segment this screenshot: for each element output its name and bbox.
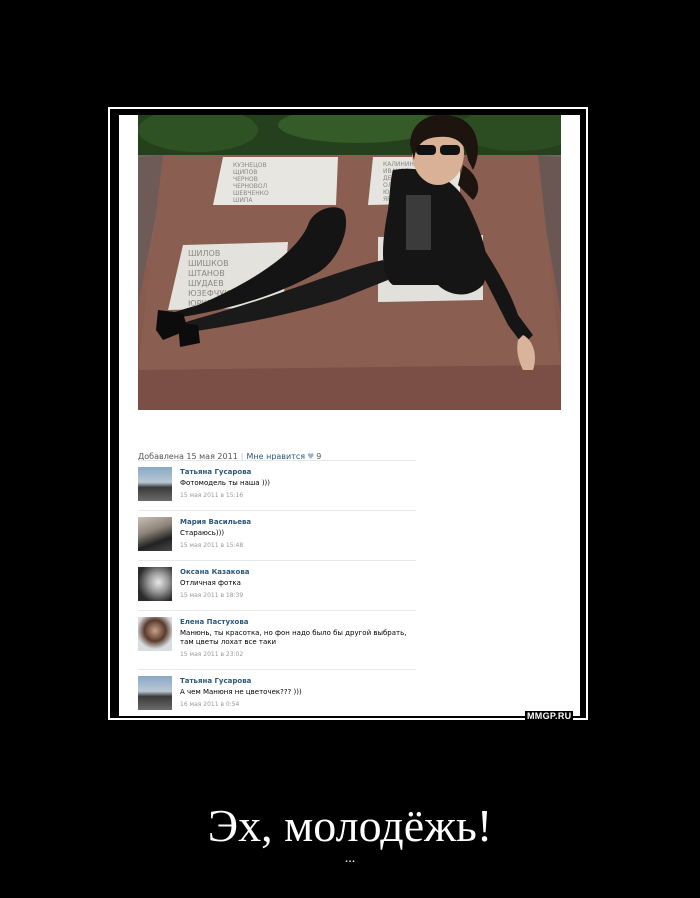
avatar[interactable] (138, 676, 172, 710)
avatar[interactable] (138, 567, 172, 601)
social-post-screenshot: КУЗНЕЦОВ ЩИПОВ ЧЕРНОВ ЧЕРНОВОЛ ШЕВЧЕНКО ШИПА … (119, 115, 580, 716)
memorial-name: КУЗНЕЦОВ (233, 162, 267, 169)
memorial-name: ШИШКОВ (188, 259, 229, 268)
comment-text: Фотомодель ты наша ))) (180, 479, 271, 487)
memorial-name: ЧЕРНОВОЛ (233, 183, 267, 190)
comment-item: Татьяна Гусарова Фотомодель ты наша ))) … (138, 460, 416, 511)
comment-author[interactable]: Татьяна Гусарова (180, 676, 415, 686)
memorial-name: КАЛИНИН (383, 161, 414, 168)
memorial-name: ШТАНОВ (188, 269, 225, 278)
demotivator-frame: КУЗНЕЦОВ ЩИПОВ ЧЕРНОВ ЧЕРНОВОЛ ШЕВЧЕНКО ШИПА … (108, 107, 588, 720)
demotivator-subcaption: ... (344, 851, 356, 866)
memorial-name: ШЕВЧЕНКО (233, 190, 269, 197)
memorial-name: ШИЛОВ (188, 249, 220, 258)
comment-date[interactable]: 15 мая 2011 в 15:16 (180, 491, 415, 500)
memorial-name: ЧЕРНОВ (233, 176, 258, 183)
post-photo[interactable]: КУЗНЕЦОВ ЩИПОВ ЧЕРНОВ ЧЕРНОВОЛ ШЕВЧЕНКО ШИПА … (138, 115, 561, 410)
comment-item: Оксана Казакова Отличная фотка 15 мая 20… (138, 560, 416, 611)
memorial-name: ШУДАЕВ (188, 279, 224, 288)
comment-text: Отличная фотка (180, 579, 241, 587)
comment-text: Манюнь, ты красотка, но фон надо было бы… (180, 629, 407, 646)
comment-date[interactable]: 15 мая 2011 в 18:39 (180, 591, 415, 600)
comment-date[interactable]: 15 мая 2011 в 23:02 (180, 650, 415, 659)
comment-item: Елена Пастухова Манюнь, ты красотка, но … (138, 610, 416, 670)
avatar[interactable] (138, 467, 172, 501)
comment-author[interactable]: Елена Пастухова (180, 617, 415, 627)
demotivator-caption: Эх, молодёжь! (207, 800, 493, 851)
comment-text: Стараюсь))) (180, 529, 225, 537)
avatar[interactable] (138, 517, 172, 551)
comment-date[interactable]: 16 мая 2011 в 0:54 (180, 700, 415, 709)
comment-date[interactable]: 15 мая 2011 в 15:48 (180, 541, 415, 550)
avatar[interactable] (138, 617, 172, 651)
memorial-name: ШИПА (233, 197, 253, 204)
site-watermark: MMGP.RU (525, 711, 574, 721)
comment-item: Мария Васильева Стараюсь))) 15 мая 2011 … (138, 510, 416, 561)
memorial-name: ЩИПОВ (233, 169, 257, 176)
comment-author[interactable]: Татьяна Гусарова (180, 467, 415, 477)
comment-item: Татьяна Гусарова А чем Манюня не цветоче… (138, 669, 416, 716)
comment-text: А чем Манюня не цветочек??? ))) (180, 688, 302, 696)
comment-author[interactable]: Оксана Казакова (180, 567, 415, 577)
comment-author[interactable]: Мария Васильева (180, 517, 415, 527)
